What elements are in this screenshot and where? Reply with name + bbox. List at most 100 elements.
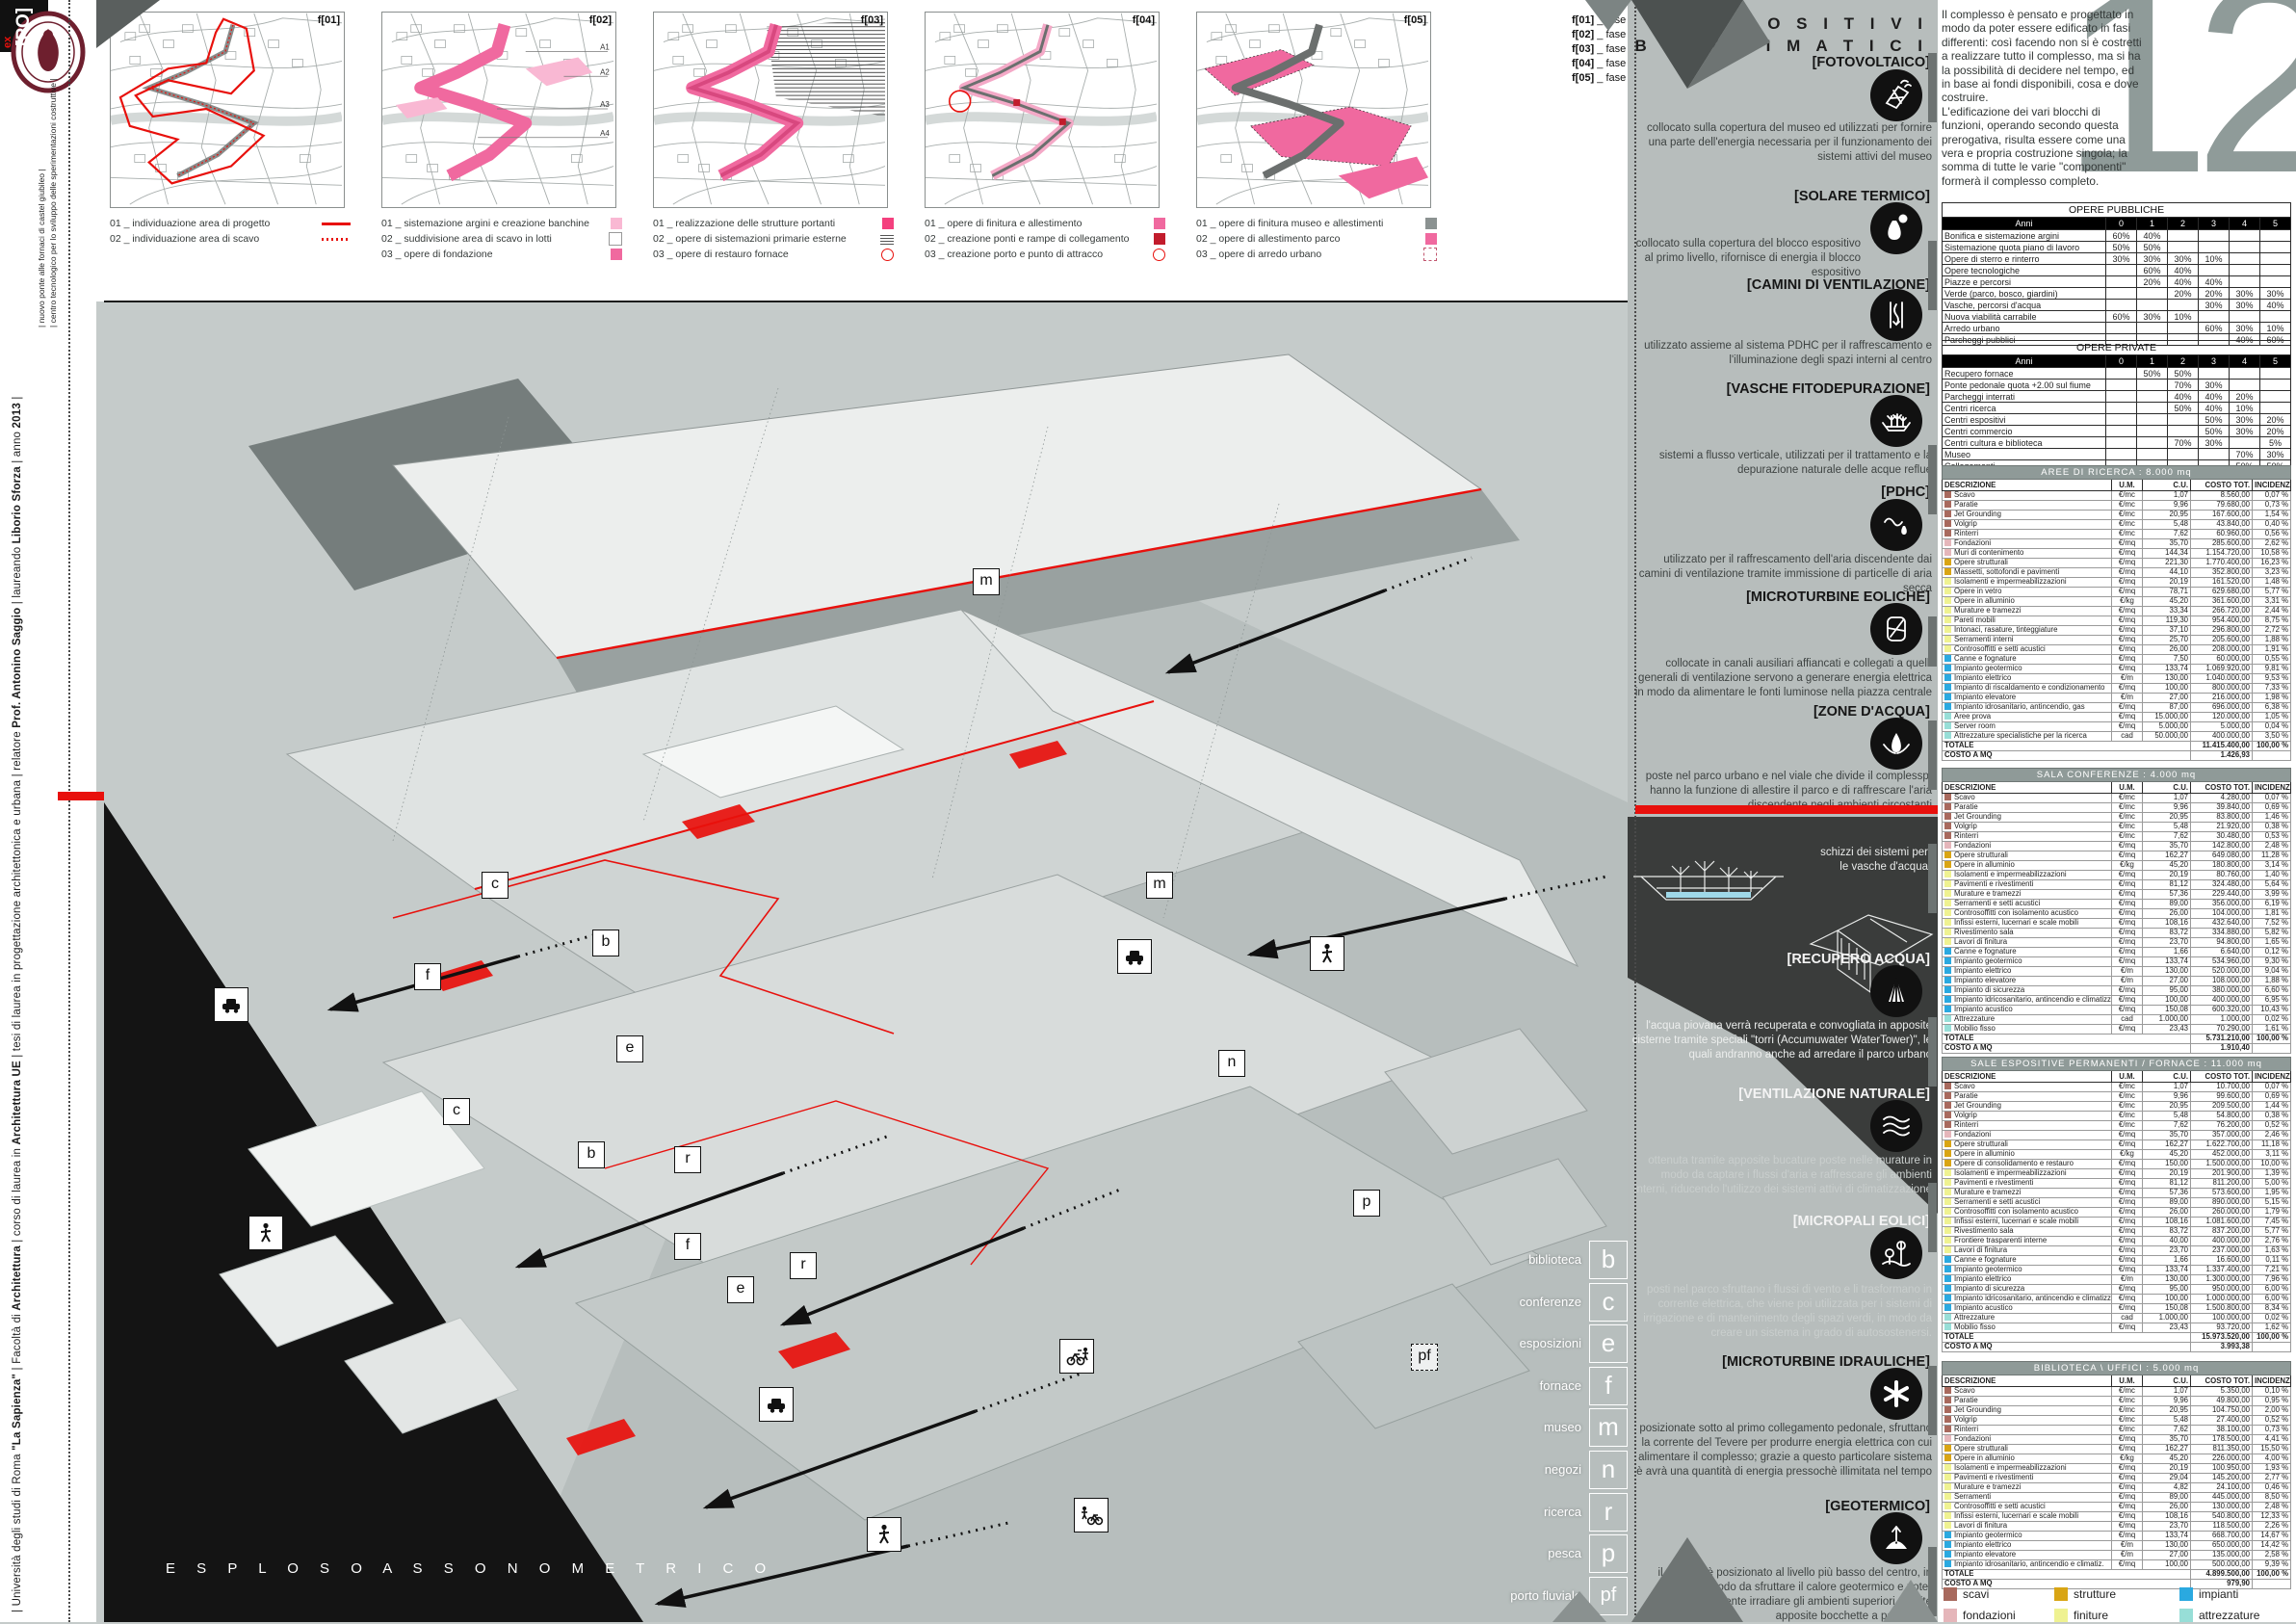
category-swatch-sc [1944,1102,1951,1109]
category-swatch-at [1944,713,1951,720]
category-swatch-im [1944,674,1951,681]
fase-code: f[03] [1572,43,1594,55]
block-marker-c: c [443,1098,470,1125]
table-row: Centri cultura e biblioteca70%30%5% [1943,437,2291,449]
bio-section-desc: l'acqua piovana verrà recuperata e convo… [1631,1019,1932,1062]
water-zone-icon [1870,718,1922,770]
cost-row: Canne e fognature€/mq7,5060.000,000,55 % [1943,655,2291,665]
legend-swatch-dotted-red [322,238,351,241]
cost-row: Opere strutturali€/mq162,271.622.700,001… [1943,1140,2291,1150]
legend-item: 02 _ creazione ponti e rampe di collegam… [925,231,1165,247]
natural-ventilation-icon [1878,1108,1915,1144]
cost-row: Isolamenti e impermeabilizzazioni€/mq20,… [1943,871,2291,880]
category-swatch-fi [1944,1464,1951,1471]
category-swatch-im [1944,694,1951,700]
category-swatch-fi [1944,919,1951,926]
bio-section-desc: il sistema è posizionato al livello più … [1631,1566,1932,1624]
category-swatch-fo [1944,842,1951,849]
cost-row: Paratie€/mc9,9679.680,000,73 % [1943,501,2291,511]
bio-section-desc: utilizzato assieme al sistema PDHC per i… [1631,339,1932,368]
expo-logo-name: [PO] [13,8,35,46]
cost-row: Impianto di sicurezza€/mq95,00950.000,00… [1943,1285,2291,1295]
sidebar-text-segment: | tesi di laurea in progettazione archit… [12,728,23,1061]
category-swatch-fi [1944,1218,1951,1224]
legend-swatch-sq-outline [593,232,622,246]
category-swatch-st [1944,861,1951,868]
cost-row: Serramenti interni€/mq25,70205.600,001,8… [1943,636,2291,645]
cost-row: Pavimenti e rivestimenti€/mq81,12811.200… [1943,1179,2291,1189]
table-row: Verde (parco, bosco, giardini)20%20%30%3… [1943,288,2291,300]
block-marker-pf: pf [1411,1344,1438,1371]
cost-row: Isolamenti e impermeabilizzazioni€/mq20,… [1943,578,2291,588]
legend-item: 03 _ opere di arredo urbano [1196,247,1437,262]
map-id-label: f[01] [318,14,340,26]
category-swatch-at [1944,1314,1951,1321]
cost-row: Opere strutturali€/mq221,301.770.400,001… [1943,559,2291,568]
key-letter-box: m [1589,1408,1628,1447]
table-row: Sistemazione quota piano di lavoro50%50% [1943,242,2291,253]
cost-row: Impianto elettrico€/m130,001.040.000,009… [1943,674,2291,684]
category-swatch-im [1944,655,1951,662]
legend-text: 01 _ sistemazione argini e creazione ban… [381,218,593,229]
car-icon [1117,939,1152,974]
car-icon [759,1387,794,1422]
cost-row: Impianto geotermico€/mq133,74668.700,001… [1943,1532,2291,1541]
sidebar-project-line-2: | centro tecnologico per lo sviluppo del… [48,78,58,327]
category-swatch-im [1944,1295,1951,1301]
bio-section-desc: collocato sulla copertura del museo ed u… [1631,121,1932,165]
category-swatch-sc [1944,1426,1951,1432]
legend-item: 02 _ opere di allestimento parco [1196,231,1437,247]
edge-tab [1928,445,1937,514]
category-swatch-fi [1944,929,1951,935]
sq-pink-icon [1154,218,1165,229]
cost-row: Murature e tramezzi€/mq57,36573.600,001,… [1943,1189,2291,1198]
key-porto-fluviale: porto fluvialepf [1510,1577,1628,1615]
block-marker-p: p [1353,1190,1380,1217]
cost-row: Canne e fognature€/mq1,666.640,000,12 % [1943,948,2291,957]
bio-section-desc: sistemi a flusso verticale, utilizzati p… [1631,449,1932,478]
svg-text:A1: A1 [600,43,610,52]
cost-row: Impianto idrosanitario, antincendio, gas… [1943,703,2291,713]
car-icon [1122,945,1147,968]
cost-row: Opere strutturali€/mq162,27811.350,0015,… [1943,1445,2291,1454]
key-pesca: pescap [1548,1534,1628,1573]
category-swatch-sc [1944,794,1951,800]
key-museo: museom [1544,1408,1628,1447]
key-letter-box: e [1589,1324,1628,1363]
category-swatch-sc [1944,530,1951,537]
cost-row: Rivestimento sala€/mq83,72837.200,005,77… [1943,1227,2291,1237]
pedestrian-icon [253,1221,278,1244]
cost-row: Scavo€/mc1,0710.700,000,07 % [1943,1083,2291,1092]
legend-item: 03 _ opere di restauro fornace [653,247,894,262]
cost-row: Controsoffitti con isolamento acustico€/… [1943,909,2291,919]
table-row: Nuova viabilità carrabile60%30%10% [1943,311,2291,323]
table-row: Centri commercio50%30%20% [1943,426,2291,437]
cost-row: Impianto elevatore€/m27,00108.000,001,88… [1943,977,2291,986]
category-swatch-fi [1944,890,1951,897]
table-row: Opere tecnologiche60%40% [1943,265,2291,276]
legend-swatch-sq-gray [1408,218,1437,229]
natural-ventilation-icon [1870,1100,1922,1152]
category-swatch-st [1944,559,1951,565]
cost-row: Volgrip€/mc5,4854.800,000,38 % [1943,1112,2291,1121]
fase-code: f[04] [1572,58,1594,69]
pdhc-icon [1870,499,1922,551]
cost-row: Lavori di finitura€/mq23,7094.800,001,65… [1943,938,2291,948]
legend-swatch-finiture [2054,1609,2068,1622]
opere-pubbliche-table: OPERE PUBBLICHEAnni012345Bonifica e sist… [1942,202,2291,346]
line-red-icon [322,223,351,225]
sq-pink-icon [1425,233,1437,245]
legend-text: 03 _ creazione porto e punto di attracco [925,249,1136,260]
cost-row: Pareti mobili€/mq119,30954.400,008,75 % [1943,616,2291,626]
legend-item: 02 _ opere di sistemazioni primarie este… [653,231,894,247]
category-swatch-fi [1944,900,1951,906]
car-icon [219,993,244,1016]
category-swatch-st [1944,1140,1951,1147]
legend-text: 03 _ opere di restauro fornace [653,249,865,260]
pedestrian-bike-icon [1074,1498,1109,1532]
cost-row: Opere in alluminio€/kg45,20226.000,004,0… [1943,1454,2291,1464]
phyto-basin-icon [1870,395,1922,447]
legend-swatch-strutture [2054,1587,2068,1601]
sidebar-text-segment: | Università degli studi di Roma [12,1451,23,1612]
pdhc-icon [1878,507,1915,543]
